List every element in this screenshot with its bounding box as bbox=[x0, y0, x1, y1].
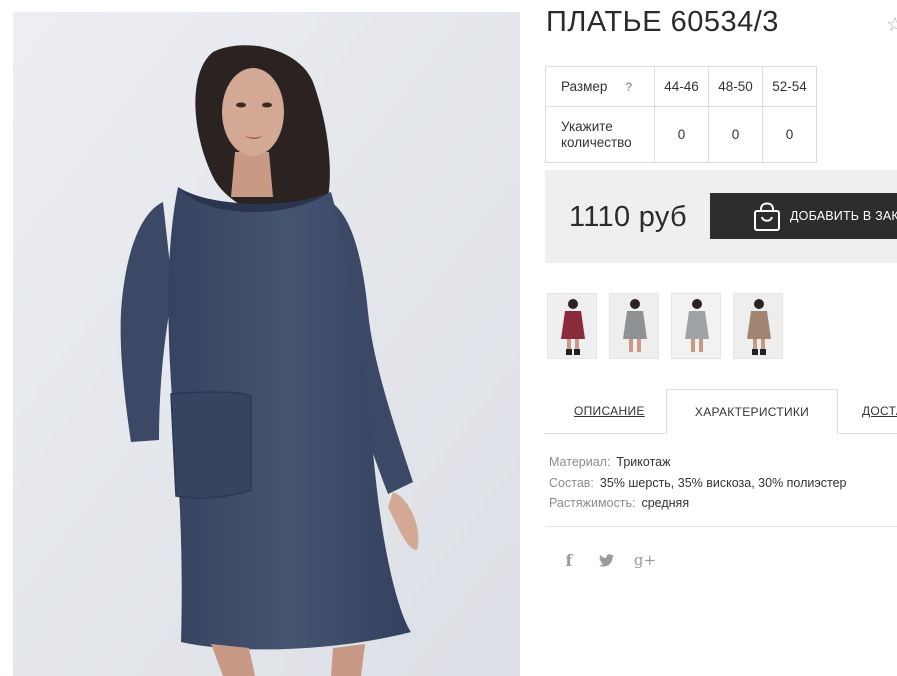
add-to-order-button[interactable]: ДОБАВИТЬ В ЗАКАЗ bbox=[710, 193, 897, 239]
quantity-input-44-46[interactable]: 0 bbox=[667, 127, 697, 142]
product-price: 1110 руб bbox=[569, 201, 687, 233]
section-divider bbox=[546, 526, 897, 527]
characteristic-value: средняя bbox=[641, 496, 690, 510]
shopping-bag-icon bbox=[754, 202, 780, 231]
facebook-glyph: f bbox=[565, 550, 573, 570]
size-option-48-50: 48-50 bbox=[708, 66, 763, 107]
thumbnail-burgundy-dress bbox=[548, 294, 596, 358]
characteristics-list: Материал: Трикотаж Состав: 35% шерсть, 35%… bbox=[549, 452, 847, 514]
characteristic-value: Трикотаж bbox=[616, 455, 671, 469]
quantity-label-line2: количество bbox=[561, 134, 632, 150]
characteristic-key: Состав: bbox=[549, 475, 594, 490]
google-plus-share-icon[interactable]: g+ bbox=[632, 548, 658, 572]
quantity-cell-52-54: 0 bbox=[762, 106, 817, 163]
characteristic-row: Состав: 35% шерсть, 35% вискоза, 30% поли… bbox=[549, 473, 847, 494]
characteristic-key: Материал: bbox=[549, 455, 611, 469]
quantity-cell-48-50: 0 bbox=[708, 106, 763, 163]
characteristic-row: Материал: Трикотаж bbox=[549, 452, 847, 473]
product-title: ПЛАТЬЕ 60534/3 bbox=[546, 6, 779, 38]
quantity-cell-44-46: 0 bbox=[654, 106, 709, 163]
facebook-share-icon[interactable]: f bbox=[558, 548, 580, 572]
dress-model-illustration bbox=[13, 12, 520, 676]
size-help-icon[interactable]: ? bbox=[625, 79, 632, 95]
size-option-44-46: 44-46 bbox=[654, 66, 709, 107]
quantity-row: Укажите количество 0 0 0 bbox=[545, 106, 817, 163]
size-label: Размер bbox=[561, 78, 608, 94]
thumbnail-light-grey-dress bbox=[672, 294, 720, 358]
variant-thumbnail-burgundy[interactable] bbox=[547, 293, 597, 359]
size-header-row: Размер ? 44-46 48-50 52-54 bbox=[545, 66, 817, 107]
tab-delivery[interactable]: ДОСТАВКА bbox=[862, 389, 897, 434]
product-main-photo[interactable] bbox=[13, 12, 520, 676]
quantity-label: Укажите количество bbox=[545, 106, 655, 163]
characteristic-value: 35% шерсть, 35% вискоза, 30% полиэстер bbox=[599, 475, 847, 490]
variant-thumbnail-beige[interactable] bbox=[733, 293, 783, 359]
thumbnail-grey-dress bbox=[610, 294, 658, 358]
quantity-label-line1: Укажите bbox=[561, 118, 613, 134]
size-label-cell: Размер ? bbox=[545, 66, 655, 107]
quantity-input-48-50[interactable]: 0 bbox=[721, 127, 751, 142]
favorite-star-icon[interactable]: ☆ bbox=[886, 12, 897, 37]
tab-description[interactable]: ОПИСАНИЕ bbox=[574, 389, 645, 434]
add-to-order-label: ДОБАВИТЬ В ЗАКАЗ bbox=[790, 209, 897, 223]
price-block: 1110 руб ДОБАВИТЬ В ЗАКАЗ bbox=[545, 170, 897, 263]
quantity-input-52-54[interactable]: 0 bbox=[775, 127, 805, 142]
variant-thumbnail-light-grey[interactable] bbox=[671, 293, 721, 359]
size-quantity-table: Размер ? 44-46 48-50 52-54 Укажите колич… bbox=[545, 66, 817, 163]
twitter-share-icon[interactable] bbox=[595, 548, 617, 572]
google-plus-glyph: g+ bbox=[633, 551, 657, 569]
variant-thumbnail-grey-melange[interactable] bbox=[609, 293, 659, 359]
product-info-tabs: ОПИСАНИЕ ХАРАКТЕРИСТИКИ ДОСТАВКА bbox=[545, 389, 897, 434]
size-option-52-54: 52-54 bbox=[762, 66, 817, 107]
characteristic-key: Растяжимость: bbox=[549, 496, 636, 510]
characteristic-row: Растяжимость: средняя bbox=[549, 493, 847, 514]
tab-characteristics[interactable]: ХАРАКТЕРИСТИКИ bbox=[666, 389, 838, 434]
thumbnail-beige-dress bbox=[734, 294, 782, 358]
twitter-bird-icon bbox=[598, 553, 614, 566]
